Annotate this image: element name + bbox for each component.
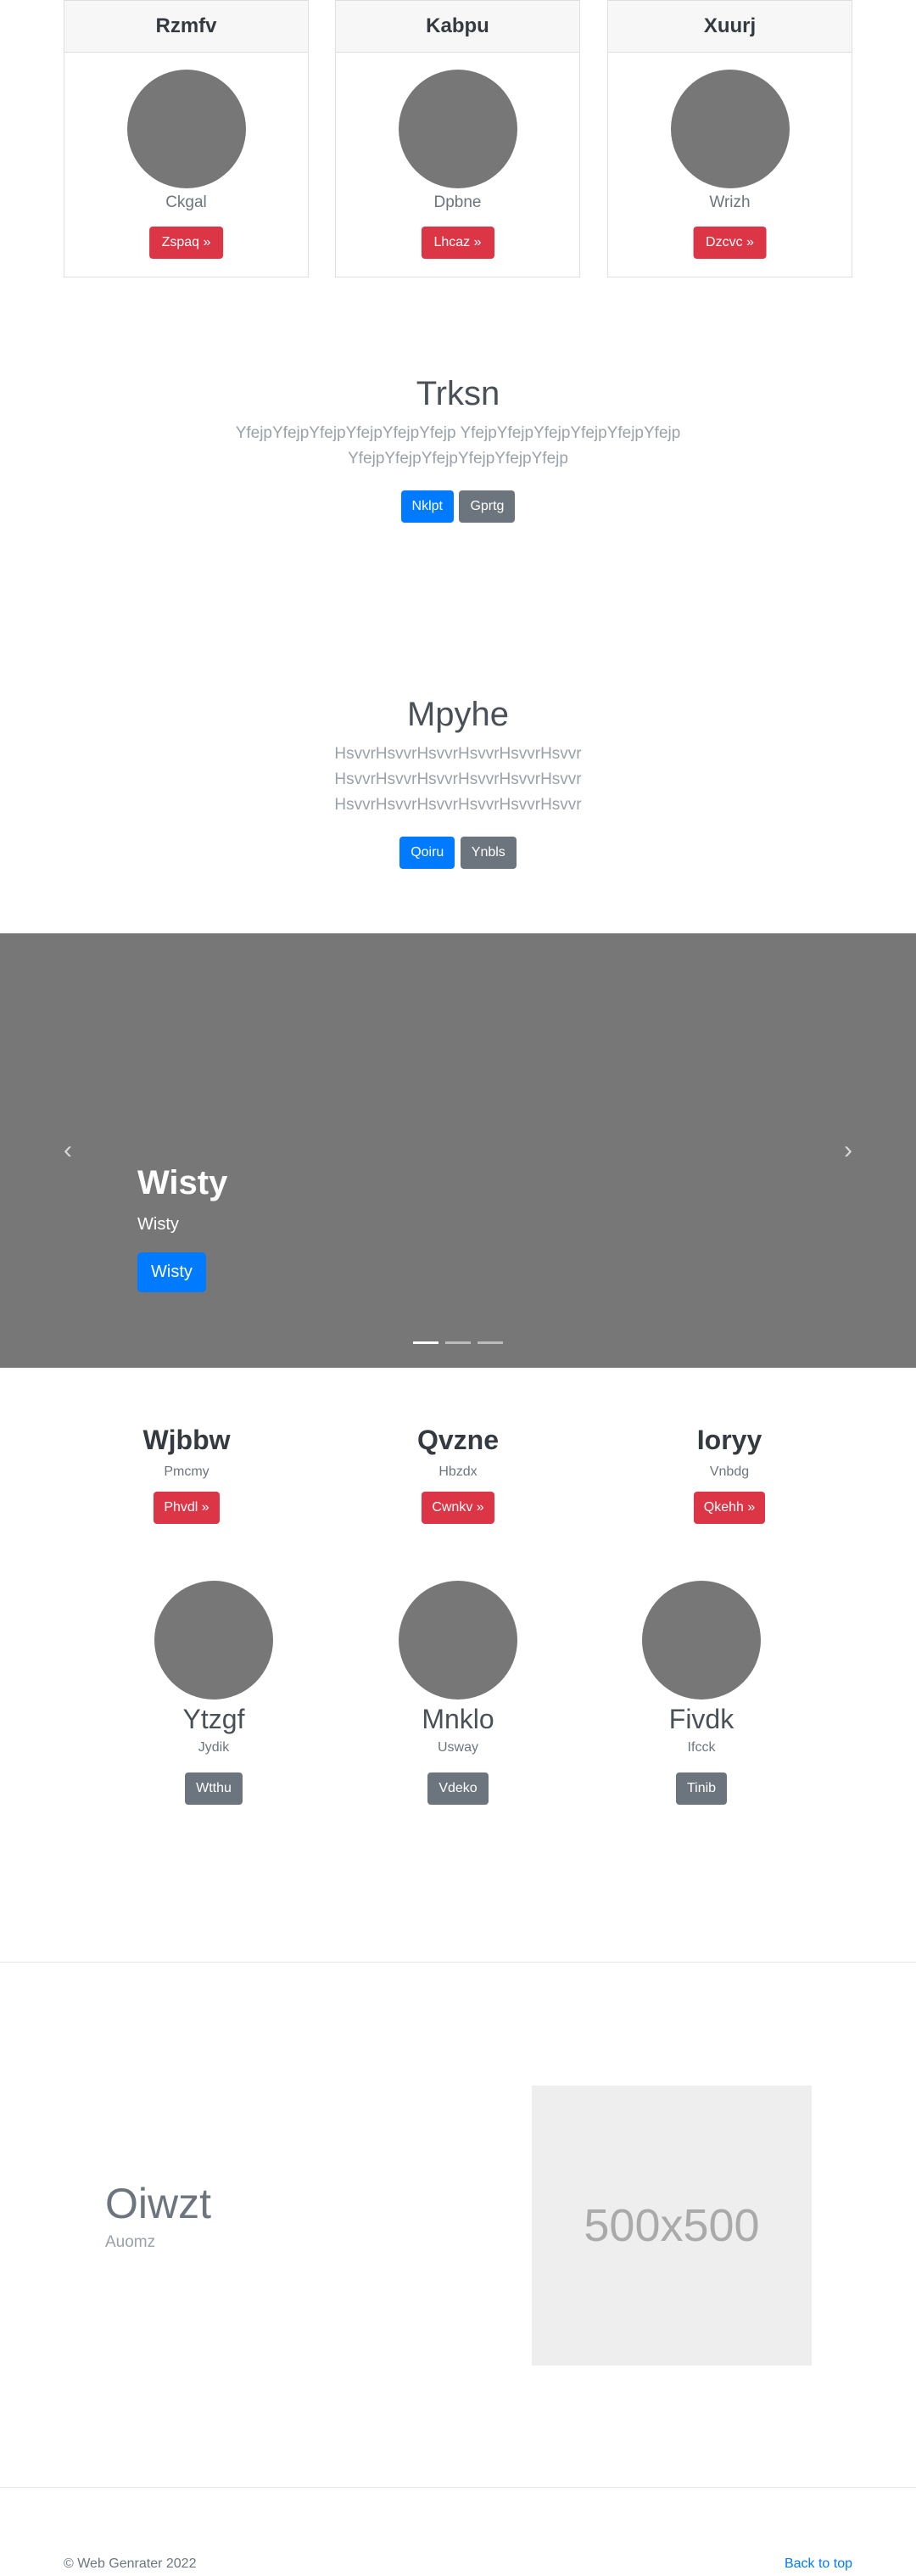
- card-text: Wrizh: [709, 193, 751, 211]
- avatar: [154, 1581, 273, 1700]
- person-item: Ytzgf Jydik Wtthu: [129, 1581, 299, 1805]
- card-title: Rzmfv: [64, 0, 308, 53]
- featurette-image-placeholder: 500x500: [532, 2086, 812, 2366]
- carousel-indicators: [413, 1341, 503, 1345]
- carousel-caption-title: Wisty: [137, 1164, 228, 1201]
- column-item: Wjbbw Pmcmy Phvdl »: [102, 1425, 271, 1524]
- person-subtitle: Usway: [437, 1740, 478, 1755]
- person-button[interactable]: Vdeko: [427, 1772, 489, 1805]
- people-row: Ytzgf Jydik Wtthu Mnklo Usway Vdeko Fivd…: [0, 1581, 916, 1810]
- column-title: Qvzne: [416, 1425, 500, 1455]
- section-divider: [0, 1962, 916, 1963]
- card-button[interactable]: Lhcaz »: [421, 227, 494, 259]
- column-subtitle: Hbzdx: [438, 1464, 478, 1479]
- person-name: Ytzgf: [182, 1704, 245, 1734]
- hero-section-1: Trksn YfejpYfejpYfejpYfejpYfejpYfejp Yfe…: [0, 373, 916, 523]
- card-text: Dpbne: [433, 193, 482, 211]
- hero-buttons: Nklpt Gprtg: [0, 490, 916, 523]
- person-item: Mnklo Usway Vdeko: [373, 1581, 543, 1805]
- column-item: Qvzne Hbzdx Cwnkv »: [373, 1425, 543, 1524]
- hero-lead: HsvvrHsvvrHsvvrHsvvrHsvvrHsvvr HsvvrHsvv…: [334, 745, 582, 814]
- carousel-indicator[interactable]: [445, 1341, 471, 1344]
- column-subtitle: Vnbdg: [709, 1464, 750, 1479]
- person-name: Mnklo: [422, 1704, 494, 1734]
- card-button[interactable]: Dzcvc »: [693, 227, 767, 259]
- person-item: Fivdk Ifcck Tinib: [617, 1581, 786, 1805]
- card-image-placeholder: [127, 70, 246, 188]
- three-column-row: Wjbbw Pmcmy Phvdl » Qvzne Hbzdx Cwnkv » …: [0, 1425, 916, 1524]
- card-1: Rzmfv Ckgal Zspaq »: [64, 0, 309, 277]
- hero-buttons: Qoiru Ynbls: [0, 837, 916, 869]
- card-row: Rzmfv Ckgal Zspaq » Kabpu Dpbne Lhcaz » …: [64, 0, 852, 277]
- carousel-caption-subtitle: Wisty: [137, 1215, 179, 1234]
- section-divider: [0, 2487, 916, 2488]
- carousel-caption-button[interactable]: Wisty: [137, 1252, 206, 1292]
- column-item: Ioryy Vnbdg Qkehh »: [645, 1425, 814, 1524]
- card-image-placeholder: [399, 70, 517, 188]
- back-to-top-link[interactable]: Back to top: [785, 2556, 852, 2572]
- column-button[interactable]: Cwnkv »: [422, 1492, 494, 1524]
- person-button[interactable]: Tinib: [675, 1772, 728, 1805]
- hero-lead: YfejpYfejpYfejpYfejpYfejpYfejp YfejpYfej…: [235, 424, 681, 468]
- hero-section-2: Mpyhe HsvvrHsvvrHsvvrHsvvrHsvvrHsvvr Hsv…: [0, 694, 916, 869]
- carousel-indicator[interactable]: [413, 1341, 438, 1344]
- footer-copyright: © Web Genrater 2022: [64, 2556, 197, 2571]
- avatar: [642, 1581, 761, 1700]
- hero-title: Mpyhe: [406, 696, 510, 733]
- avatar: [399, 1581, 517, 1700]
- carousel-prev-icon[interactable]: ‹: [51, 1134, 85, 1168]
- carousel: ‹ › Wisty Wisty Wisty: [0, 933, 916, 1368]
- hero-secondary-button[interactable]: Gprtg: [459, 490, 516, 523]
- card-title: Kabpu: [336, 0, 579, 53]
- column-title: Ioryy: [696, 1425, 762, 1455]
- hero-primary-button[interactable]: Qoiru: [399, 837, 455, 869]
- card-title: Xuurj: [608, 0, 852, 53]
- column-button[interactable]: Phvdl »: [154, 1492, 220, 1524]
- card-3: Xuurj Wrizh Dzcvc »: [607, 0, 852, 277]
- carousel-next-icon[interactable]: ›: [831, 1134, 865, 1168]
- carousel-indicator[interactable]: [478, 1341, 503, 1344]
- column-button[interactable]: Qkehh »: [693, 1492, 766, 1524]
- hero-secondary-button[interactable]: Ynbls: [460, 837, 517, 869]
- person-subtitle: Ifcck: [687, 1740, 716, 1755]
- card-2: Kabpu Dpbne Lhcaz »: [335, 0, 580, 277]
- hero-title: Trksn: [416, 375, 500, 412]
- hero-primary-button[interactable]: Nklpt: [400, 490, 454, 523]
- person-subtitle: Jydik: [198, 1740, 230, 1755]
- column-subtitle: Pmcmy: [164, 1464, 209, 1479]
- card-text: Ckgal: [165, 193, 207, 211]
- person-button[interactable]: Wtthu: [185, 1772, 243, 1805]
- card-button[interactable]: Zspaq »: [148, 227, 224, 259]
- featurette-title: Oiwzt: [105, 2180, 211, 2227]
- column-title: Wjbbw: [142, 1425, 231, 1455]
- card-image-placeholder: [671, 70, 790, 188]
- featurette-subtitle: Auomz: [105, 2233, 156, 2251]
- person-name: Fivdk: [668, 1704, 734, 1734]
